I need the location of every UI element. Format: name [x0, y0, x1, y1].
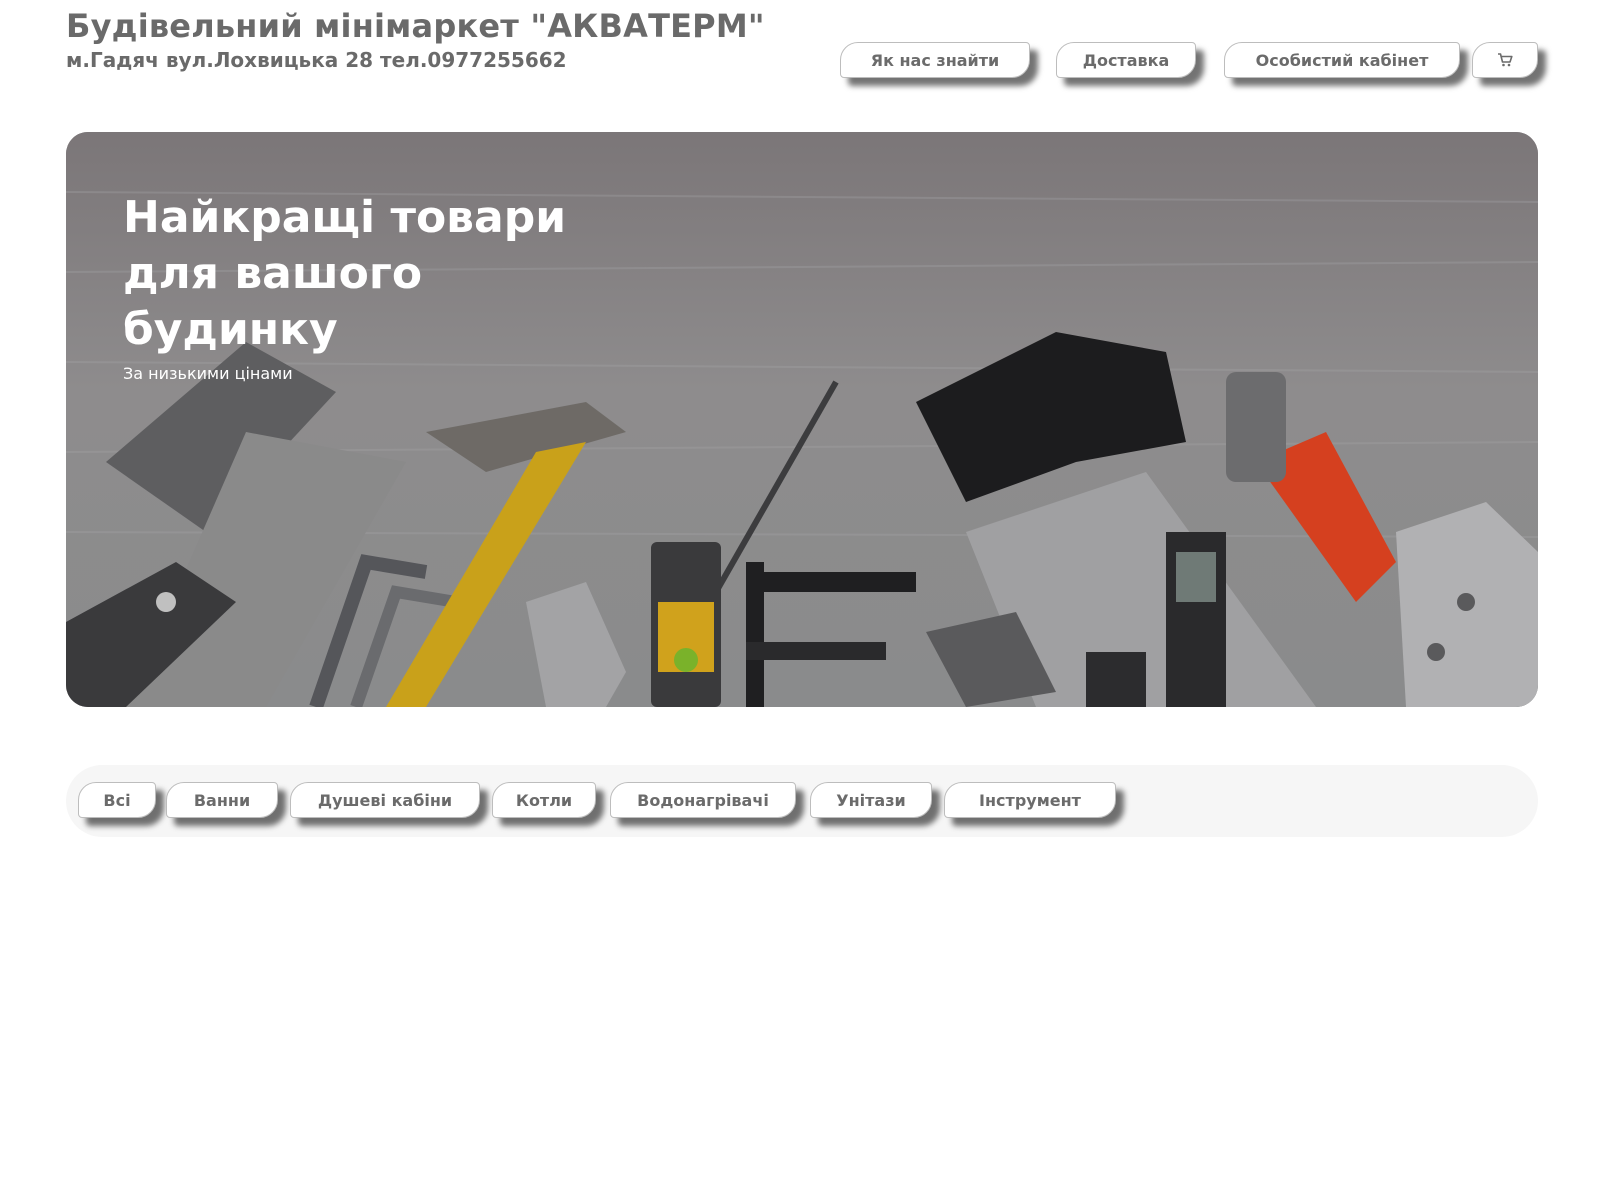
category-toilets-button[interactable]: Унітази [810, 782, 932, 818]
site-header: Будівельний мінімаркет "АКВАТЕРМ" м.Гадя… [66, 6, 765, 73]
hero-title: Найкращі товари для вашого будинку [123, 192, 567, 355]
find-us-button[interactable]: Як нас знайти [840, 42, 1030, 78]
shop-title: Будівельний мінімаркет "АКВАТЕРМ" [66, 7, 765, 45]
category-boilers-button[interactable]: Котли [492, 782, 596, 818]
category-tools-button[interactable]: Інструмент [944, 782, 1116, 818]
category-all-button[interactable]: Всі [78, 782, 156, 818]
category-showers-button[interactable]: Душеві кабіни [290, 782, 480, 818]
shop-address: м.Гадяч вул.Лохвицька 28 тел.0977255662 [66, 48, 567, 72]
cart-icon [1498, 53, 1513, 67]
category-baths-button[interactable]: Ванни [166, 782, 278, 818]
hero-banner: Найкращі товари для вашого будинку За ни… [66, 132, 1538, 707]
hero-subtitle: За низькими цінами [123, 364, 293, 383]
category-heaters-button[interactable]: Водонагрівачі [610, 782, 796, 818]
account-button[interactable]: Особистий кабінет [1224, 42, 1460, 78]
cart-button[interactable] [1472, 42, 1538, 78]
category-filter-bar [66, 765, 1538, 837]
delivery-button[interactable]: Доставка [1056, 42, 1196, 78]
